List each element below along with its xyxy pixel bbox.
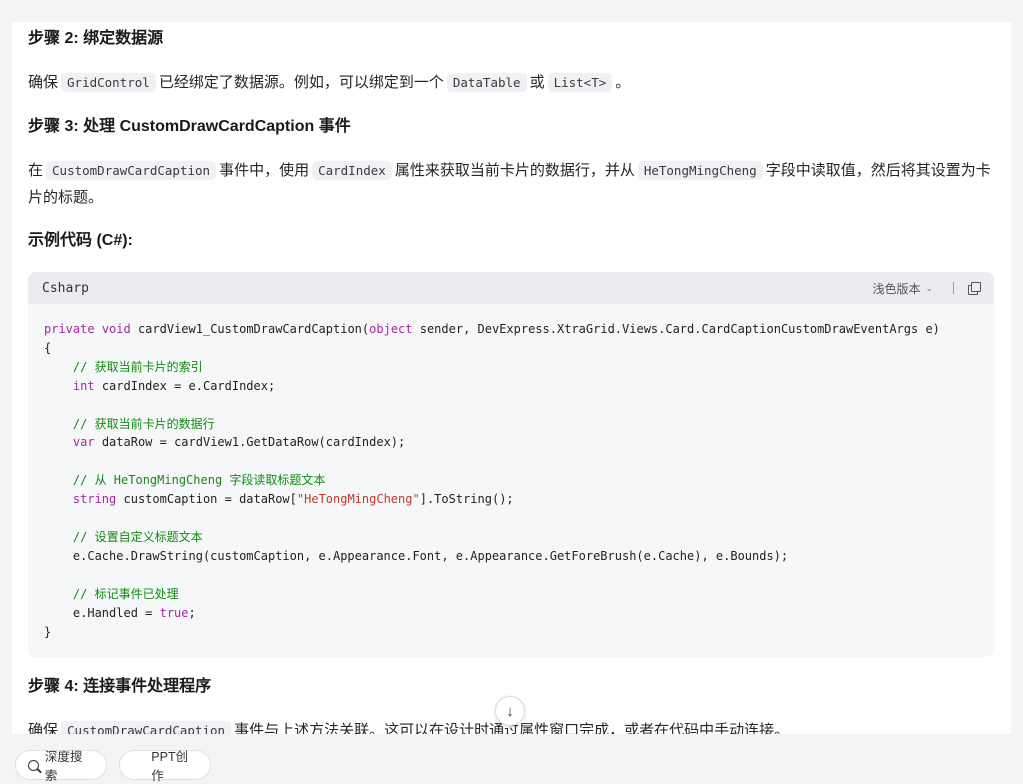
code-token: int: [72, 378, 95, 393]
code-token: cardIndex = e.CardIndex;: [94, 378, 276, 393]
copy-icon[interactable]: [968, 282, 981, 295]
code-line: // 标记事件已处理: [44, 587, 179, 601]
text: 确保: [28, 722, 59, 734]
code-token: dataRow = cardView1.GetDataRow(cardIndex…: [94, 435, 406, 450]
code-token: e.Handled =: [44, 605, 160, 620]
inline-code: DataTable: [446, 73, 527, 92]
text: 确保: [28, 74, 59, 91]
code-line: var dataRow = cardView1.GetDataRow(cardI…: [44, 435, 405, 449]
inline-code: GridControl: [61, 73, 156, 92]
inline-code: List<T>: [547, 73, 613, 92]
divider: [953, 282, 954, 294]
code-token: void: [101, 322, 131, 336]
code-token: }: [44, 624, 52, 639]
theme-toggle-button[interactable]: 浅色版本 ⌄: [872, 280, 933, 297]
chevron-down-icon: ⌄: [925, 282, 933, 293]
search-icon: [28, 759, 39, 771]
deep-search-label: 深度搜索: [44, 750, 83, 783]
code-token: ;: [188, 605, 196, 620]
chat-content-area: 步骤 2: 绑定数据源 确保 GridControl 已经绑定了数据源。例如，可以绑…: [12, 22, 1011, 734]
code-token: {: [44, 340, 52, 355]
code-token: sender, DevExpress.XtraGrid.Views.Card.C…: [412, 322, 940, 336]
text: 。: [615, 74, 631, 91]
code-token: true: [159, 605, 189, 620]
code-line: // 获取当前卡片的索引: [44, 360, 203, 374]
inline-code: HeTongMingCheng: [637, 161, 763, 180]
code-token: private: [44, 322, 95, 336]
step3-heading: 步骤 3: 处理 CustomDrawCardCaption 事件: [28, 118, 351, 135]
code-line: e.Handled = true;: [44, 606, 196, 620]
code-block: Csharp 浅色版本 ⌄ private void cardView1_Cus…: [28, 272, 994, 657]
code-token: // 获取当前卡片的数据行: [72, 416, 215, 431]
code-line: string customCaption = dataRow["HeTongMi…: [44, 492, 514, 506]
code-token: e.Cache.DrawString(customCaption, e.Appe…: [44, 548, 789, 563]
text: 在: [28, 162, 44, 179]
text: 已经绑定了数据源。例如，可以绑定到一个: [158, 74, 444, 91]
scroll-to-bottom-button[interactable]: ↓: [495, 696, 525, 726]
inline-code: CardIndex: [312, 161, 392, 180]
code-line: {: [44, 341, 51, 355]
code-token: object: [369, 322, 413, 336]
code-line: private void cardView1_CustomDrawCardCap…: [44, 322, 940, 336]
code-line: e.Cache.DrawString(customCaption, e.Appe…: [44, 549, 788, 563]
code-line: // 从 HeTongMingCheng 字段读取标题文本: [44, 473, 326, 488]
step4-heading: 步骤 4: 连接事件处理程序: [28, 678, 212, 695]
code-token: customCaption = dataRow[: [116, 492, 297, 507]
code-content: private void cardView1_CustomDrawCardCap…: [44, 320, 940, 641]
code-token: var: [72, 435, 95, 450]
code-block-header: Csharp 浅色版本 ⌄: [28, 272, 994, 304]
code-token: ].ToString();: [419, 492, 514, 507]
code-token: cardView1_CustomDrawCardCaption(: [130, 322, 370, 336]
example-heading: 示例代码 (C#):: [28, 232, 133, 249]
code-token: "HeTongMingCheng": [296, 492, 420, 507]
code-token: // 设置自定义标题文本: [72, 529, 203, 544]
inline-code: CustomDrawCardCaption: [61, 721, 232, 734]
text: 属性来获取当前卡片的数据行，并从: [394, 162, 635, 179]
inline-code: CustomDrawCardCaption: [46, 161, 217, 180]
code-line: // 获取当前卡片的数据行: [44, 417, 215, 431]
ppt-label: PPT创作: [151, 750, 189, 783]
theme-label: 浅色版本: [872, 281, 921, 296]
arrow-down-icon: ↓: [506, 702, 514, 720]
code-token: // 从 HeTongMingCheng 字段读取标题文本: [72, 473, 326, 488]
code-token: // 获取当前卡片的索引: [72, 359, 203, 374]
text: 事件中，使用: [219, 162, 310, 179]
code-token: string: [72, 492, 117, 507]
deep-search-button[interactable]: 深度搜索: [15, 750, 107, 783]
bottom-toolbar: 深度搜索 PPT创作: [0, 734, 1023, 783]
step2-paragraph: 确保 GridControl 已经绑定了数据源。例如，可以绑定到一个 DataTabl…: [28, 69, 994, 96]
step3-paragraph: 在 CustomDrawCardCaption 事件中，使用 CardIndex 属性来…: [28, 157, 994, 211]
step2-heading: 步骤 2: 绑定数据源: [28, 30, 164, 47]
code-line: int cardIndex = e.CardIndex;: [44, 379, 275, 393]
text: 或: [529, 74, 545, 91]
code-token: // 标记事件已处理: [72, 586, 179, 601]
code-line: // 设置自定义标题文本: [44, 530, 203, 544]
ppt-create-button[interactable]: PPT创作: [119, 750, 211, 783]
code-language-label: Csharp: [42, 280, 89, 296]
code-line: }: [44, 625, 51, 639]
